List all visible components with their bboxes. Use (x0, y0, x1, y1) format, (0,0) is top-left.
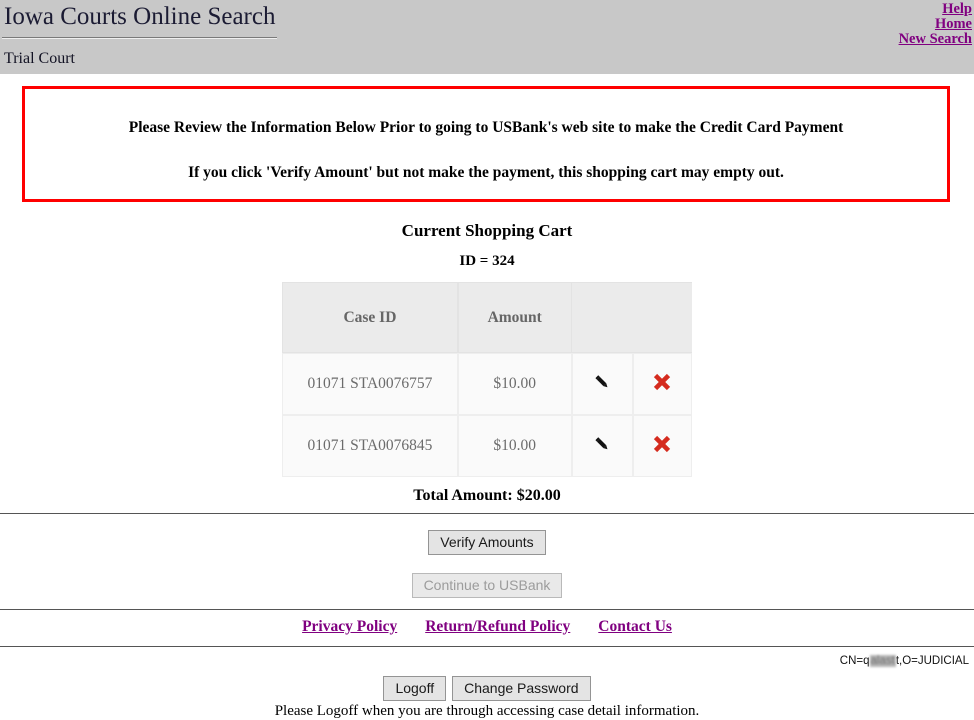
cell-delete (632, 353, 692, 415)
verify-button-wrap: Verify Amounts (0, 530, 974, 555)
cart-heading: Current Shopping Cart (401, 221, 573, 240)
warning-line-1: Please Review the Information Below Prio… (128, 119, 844, 136)
red-x-icon[interactable] (651, 371, 673, 393)
change-password-button[interactable]: Change Password (452, 676, 591, 701)
verify-amounts-button[interactable]: Verify Amounts (428, 530, 546, 555)
usbank-button-wrap: Continue to USBank (0, 573, 974, 598)
page-title: Iowa Courts Online Search (4, 3, 276, 30)
cart-id-label: ID = 324 (459, 253, 515, 269)
cert-prefix: CN=q (839, 655, 870, 667)
warning-banner: Please Review the Information Below Prio… (22, 86, 950, 202)
cert-suffix: t,O=JUDICIAL (895, 655, 969, 667)
logoff-note: Please Logoff when you are through acces… (274, 703, 700, 719)
divider-above-actions (0, 513, 974, 514)
column-header-case-id: Case ID (282, 282, 458, 353)
cell-amount: $10.00 (457, 415, 572, 477)
header-link-help[interactable]: Help (899, 2, 972, 17)
header-link-home[interactable]: Home (899, 17, 972, 32)
pencil-icon[interactable] (591, 433, 613, 455)
column-header-edit (571, 282, 633, 353)
red-x-icon[interactable] (651, 433, 673, 455)
header-links: Help Home New Search (899, 2, 972, 47)
policy-links: Privacy Policy Return/Refund Policy Cont… (0, 618, 974, 636)
cell-case-id: 01071 STA0076845 (282, 415, 458, 477)
column-header-delete (632, 282, 692, 353)
table-row: 01071 STA0076845 $10.00 (282, 415, 692, 477)
title-divider (2, 37, 277, 39)
page-subtitle: Trial Court (4, 50, 75, 67)
continue-to-usbank-button[interactable]: Continue to USBank (411, 573, 563, 598)
pencil-icon[interactable] (591, 371, 613, 393)
warning-line-2: If you click 'Verify Amount' but not mak… (188, 164, 784, 181)
cell-delete (632, 415, 692, 477)
bottom-buttons: Logoff Change Password (0, 676, 974, 701)
cell-edit (571, 353, 633, 415)
cell-edit (571, 415, 633, 477)
column-header-amount: Amount (457, 282, 572, 353)
cert-redacted-text: alast (869, 655, 896, 667)
table-header-row: Case ID Amount (282, 282, 692, 353)
link-contact-us[interactable]: Contact Us (598, 618, 672, 635)
certificate-subject: CN=qalastt,O=JUDICIAL (840, 655, 969, 667)
link-privacy-policy[interactable]: Privacy Policy (302, 618, 397, 635)
cell-amount: $10.00 (457, 353, 572, 415)
shopping-cart-table: Case ID Amount 01071 STA0076757 $10.00 0… (282, 282, 692, 477)
link-return-refund-policy[interactable]: Return/Refund Policy (425, 618, 570, 635)
logoff-button[interactable]: Logoff (383, 676, 447, 701)
divider-below-policy-links (0, 646, 974, 647)
total-amount: Total Amount: $20.00 (413, 487, 561, 504)
header-link-new-search[interactable]: New Search (899, 32, 972, 47)
divider-above-policy-links (0, 609, 974, 610)
page-header: Iowa Courts Online Search Trial Court He… (0, 0, 974, 74)
table-row: 01071 STA0076757 $10.00 (282, 353, 692, 415)
cell-case-id: 01071 STA0076757 (282, 353, 458, 415)
